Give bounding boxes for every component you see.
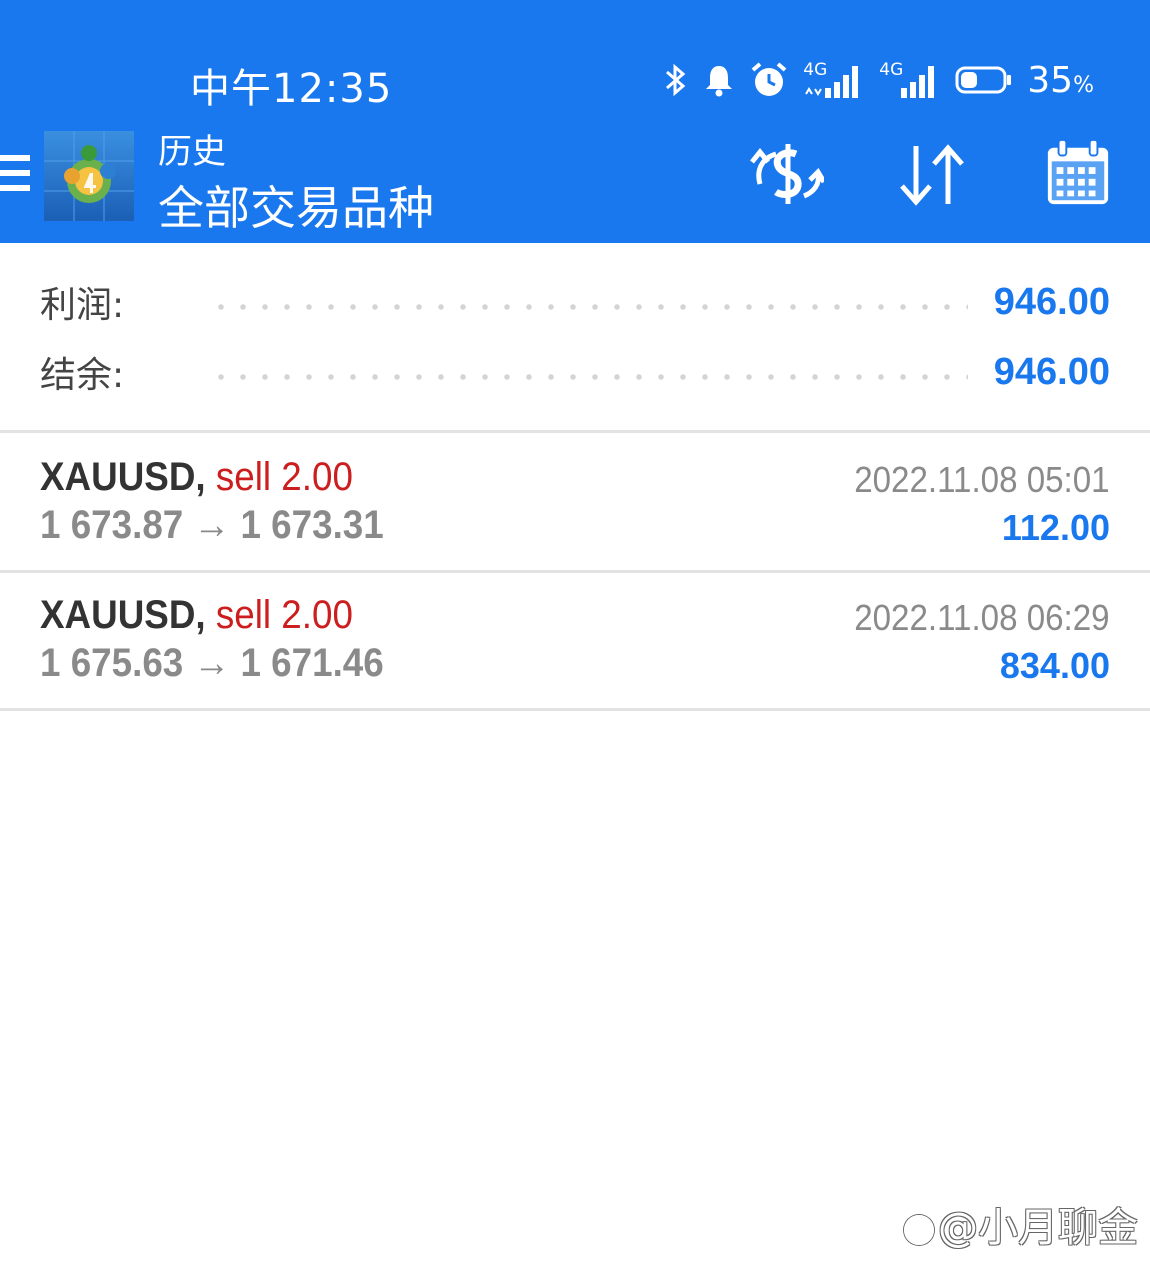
battery-percent: 35% bbox=[1027, 59, 1094, 101]
trade-side: sell 2.00 bbox=[215, 455, 353, 499]
calendar-icon[interactable] bbox=[1044, 138, 1112, 208]
trade-row[interactable]: XAUUSD, sell 2.00 1 673.87 → 1 673.31 20… bbox=[0, 433, 1150, 570]
profit-value: 946.00 bbox=[993, 280, 1110, 323]
sort-icon[interactable] bbox=[896, 140, 968, 210]
dotted-leader bbox=[210, 304, 968, 310]
trade-profit: 834.00 bbox=[999, 645, 1110, 686]
trade-row[interactable]: XAUUSD, sell 2.00 1 675.63 → 1 671.46 20… bbox=[0, 571, 1150, 708]
trade-prices: 1 675.63 → 1 671.46 bbox=[40, 641, 384, 685]
dotted-leader bbox=[210, 374, 968, 380]
signal-bars-icon bbox=[901, 66, 935, 98]
watermark: @小月聊金 bbox=[904, 1195, 1138, 1253]
history-filter-icon[interactable] bbox=[748, 140, 824, 210]
alarm-icon bbox=[751, 62, 787, 96]
divider bbox=[0, 708, 1150, 711]
signal-2: 4G bbox=[879, 60, 941, 100]
battery-icon bbox=[955, 66, 1012, 94]
header-subtitle: 历史 bbox=[158, 132, 226, 172]
trade-symbol: XAUUSD, bbox=[40, 593, 206, 637]
trade-prices: 1 673.87 → 1 673.31 bbox=[40, 503, 384, 547]
header-title[interactable]: 全部交易品种 bbox=[158, 172, 434, 238]
profit-label: 利润: bbox=[40, 285, 125, 326]
watermark-logo-icon bbox=[904, 1215, 934, 1245]
profit-row: 利润: 946.00 bbox=[40, 274, 1110, 330]
signal-bars-icon bbox=[805, 66, 859, 98]
balance-label: 结余: bbox=[40, 355, 125, 396]
trade-profit: 112.00 bbox=[1001, 507, 1110, 548]
trade-symbol: XAUUSD, bbox=[40, 455, 206, 499]
app-header: 中午12:35 4G 4G 35% 历史 全部交易品种 bbox=[0, 0, 1150, 243]
watermark-text: @小月聊金 bbox=[938, 1205, 1138, 1251]
bell-icon bbox=[706, 66, 733, 97]
summary-panel: 利润: 946.00 结余: 946.00 bbox=[0, 243, 1150, 433]
trade-time: 2022.11.08 06:29 bbox=[854, 597, 1110, 638]
signal-1: 4G bbox=[803, 60, 865, 100]
bluetooth-icon bbox=[666, 63, 686, 97]
status-time: 中午12:35 bbox=[190, 66, 393, 112]
trade-title: XAUUSD, sell 2.00 bbox=[40, 455, 353, 500]
trade-time: 2022.11.08 05:01 bbox=[854, 459, 1110, 500]
metatrader-logo bbox=[44, 131, 134, 221]
trade-side: sell 2.00 bbox=[215, 593, 353, 637]
balance-row: 结余: 946.00 bbox=[40, 344, 1110, 400]
trade-title: XAUUSD, sell 2.00 bbox=[40, 593, 353, 638]
status-icons: 4G 4G 35% bbox=[663, 56, 1094, 104]
balance-value: 946.00 bbox=[993, 350, 1110, 393]
menu-button[interactable] bbox=[0, 155, 30, 201]
